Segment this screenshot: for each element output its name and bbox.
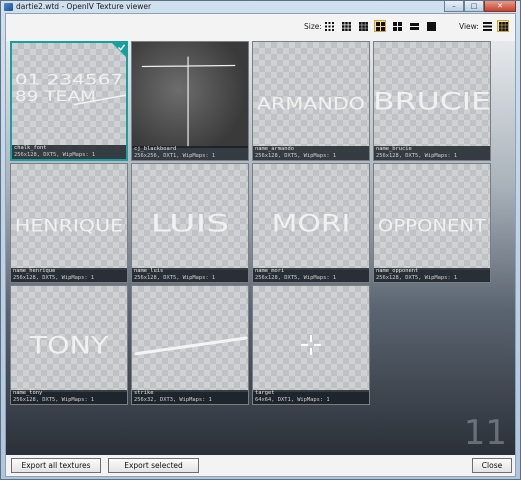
texture-tile[interactable]: OPPONENT name_opponent 256x128, DXT5, WipM…: [373, 163, 491, 283]
grid-size-icon[interactable]: [340, 20, 352, 32]
size-label: Size:: [304, 22, 322, 31]
texture-info: 256x128, DXT5, WipMaps: 1: [255, 274, 337, 281]
texture-thumbnail: [132, 42, 248, 148]
grid-size-icon[interactable]: [374, 20, 386, 32]
chalk-text: HENRIQUE: [15, 216, 123, 236]
texture-caption: cj_blackboard 256x256, DXT1, WipMaps: 1: [132, 146, 248, 160]
texture-tile[interactable]: TONY name_tony 256x128, DXT5, WipMaps: 1: [10, 285, 128, 405]
close-button[interactable]: Close: [472, 458, 512, 473]
texture-thumbnail: [253, 286, 369, 392]
texture-thumbnail: HENRIQUE: [11, 164, 127, 270]
texture-thumbnail: 01 234567 89 TEAM: [12, 43, 126, 149]
crosshair-icon: [301, 335, 321, 355]
texture-tile[interactable]: strike 256x32, DXT3, WipMaps: 1: [131, 285, 249, 405]
texture-caption: name_opponent 256x128, DXT5, WipMaps: 1: [374, 268, 490, 282]
texture-thumbnail: TONY: [11, 286, 127, 392]
texture-thumbnail: ARMANDO: [253, 42, 369, 148]
texture-info: 64x64, DXT1, WipMaps: 1: [255, 396, 330, 403]
grid-size-icon[interactable]: [357, 20, 369, 32]
texture-thumbnail: LUIS: [132, 164, 248, 270]
texture-caption: name_armando 256x128, DXT5, WipMaps: 1: [253, 146, 369, 160]
texture-caption: name_luis 256x128, DXT5, WipMaps: 1: [132, 268, 248, 282]
texture-tile[interactable]: LUIS name_luis 256x128, DXT5, WipMaps: 1: [131, 163, 249, 283]
texture-caption: name_tony 256x128, DXT5, WipMaps: 1: [11, 390, 127, 404]
texture-info: 256x128, DXT5, WipMaps: 1: [14, 151, 96, 158]
view-mode-icon[interactable]: [481, 20, 493, 32]
texture-tile[interactable]: BRUCIE name_brucie 256x128, DXT5, WipMaps:…: [373, 41, 491, 161]
close-window-button[interactable]: ✕: [484, 1, 516, 12]
grid-size-icon[interactable]: [425, 20, 437, 32]
texture-info: 256x128, DXT5, WipMaps: 1: [255, 152, 337, 159]
texture-tile[interactable]: target 64x64, DXT1, WipMaps: 1: [252, 285, 370, 405]
grid-size-icon[interactable]: [391, 20, 403, 32]
app-icon: [4, 3, 13, 11]
texture-caption: name_mori 256x128, DXT5, WipMaps: 1: [253, 268, 369, 282]
texture-caption: chalk_font 256x128, DXT5, WipMaps: 1: [12, 145, 126, 159]
export-selected-button[interactable]: Export selected: [108, 458, 199, 473]
grid-size-icon[interactable]: [323, 20, 335, 32]
view-mode-icon[interactable]: [497, 20, 509, 32]
texture-thumbnail: OPPONENT: [374, 164, 490, 270]
texture-thumbnail: [132, 286, 248, 392]
minimize-button[interactable]: –: [444, 1, 464, 12]
client-area: Size: View: 11 01 234567 89 TEAM chalk_fon…: [5, 13, 516, 477]
chalk-text: TONY: [28, 332, 109, 360]
texture-caption: name_brucie 256x128, DXT5, WipMaps: 1: [374, 146, 490, 160]
texture-thumbnail: BRUCIE: [374, 42, 490, 148]
texture-info: 256x128, DXT5, WipMaps: 1: [376, 152, 458, 159]
title-bar[interactable]: dartie2.wtd - OpenIV Texture viewer – □ …: [1, 1, 520, 13]
maximize-button[interactable]: □: [464, 1, 484, 12]
texture-tile[interactable]: cj_blackboard 256x256, DXT1, WipMaps: 1: [131, 41, 249, 161]
chalk-text: 01 234567: [15, 72, 123, 88]
texture-caption: strike 256x32, DXT3, WipMaps: 1: [132, 390, 248, 404]
texture-tile[interactable]: 01 234567 89 TEAM chalk_font 256x128, DXT5,…: [10, 41, 128, 161]
grid-size-icon[interactable]: [408, 20, 420, 32]
chalk-text: ARMANDO: [257, 94, 365, 114]
texture-tile[interactable]: MORI name_mori 256x128, DXT5, WipMaps: 1: [252, 163, 370, 283]
texture-info: 256x128, DXT5, WipMaps: 1: [134, 274, 216, 281]
texture-count: 11: [463, 413, 507, 453]
texture-caption: name_henrique 256x128, DXT5, WipMaps: 1: [11, 268, 127, 282]
texture-tile[interactable]: ARMANDO name_armando 256x128, DXT5, WipMap…: [252, 41, 370, 161]
texture-viewer-window: dartie2.wtd - OpenIV Texture viewer – □ …: [0, 0, 521, 480]
view-label: View:: [459, 22, 479, 31]
chalk-text: MORI: [272, 210, 351, 238]
texture-info: 256x32, DXT3, WipMaps: 1: [134, 396, 212, 403]
chalk-text: LUIS: [151, 210, 230, 238]
window-controls: – □ ✕: [444, 1, 516, 13]
texture-info: 256x256, DXT1, WipMaps: 1: [134, 152, 216, 159]
texture-tile[interactable]: HENRIQUE name_henrique 256x128, DXT5, WipM…: [10, 163, 128, 283]
texture-info: 256x128, DXT5, WipMaps: 1: [376, 274, 458, 281]
footer-bar: Export all textures Export selected Clos…: [6, 455, 515, 476]
texture-info: 256x128, DXT5, WipMaps: 1: [13, 274, 95, 281]
chalk-text: BRUCIE: [374, 88, 490, 116]
texture-caption: target 64x64, DXT1, WipMaps: 1: [253, 390, 369, 404]
texture-info: 256x128, DXT5, WipMaps: 1: [13, 396, 95, 403]
chalk-text: OPPONENT: [378, 216, 487, 236]
window-title: dartie2.wtd - OpenIV Texture viewer: [16, 2, 152, 11]
toolbar: Size: View:: [6, 14, 515, 41]
export-all-button[interactable]: Export all textures: [11, 458, 101, 473]
texture-thumbnail: MORI: [253, 164, 369, 270]
texture-grid[interactable]: 11 01 234567 89 TEAM chalk_font 256x128, DX…: [6, 41, 515, 455]
